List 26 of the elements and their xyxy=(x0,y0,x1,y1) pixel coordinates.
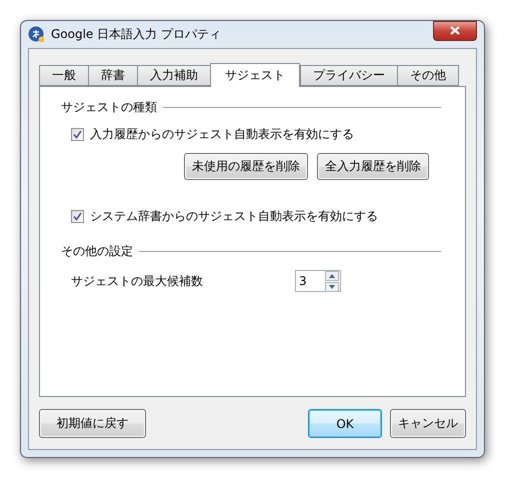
delete-history-button[interactable]: 全入力履歴を削除 xyxy=(317,153,429,180)
spinner-value: 3 xyxy=(298,274,308,288)
dialog-button[interactable]: OK xyxy=(308,409,382,438)
spinner-label: サジェストの最大候補数 xyxy=(71,272,204,290)
tab[interactable]: 一般 xyxy=(39,65,89,86)
tab[interactable]: サジェスト xyxy=(210,63,300,87)
section-title: その他の設定 xyxy=(61,243,133,260)
checkbox[interactable] xyxy=(71,128,84,141)
app-icon xyxy=(28,26,45,43)
section-title: サジェストの種類 xyxy=(61,99,157,116)
checkbox[interactable] xyxy=(71,210,84,223)
tab[interactable]: 入力補助 xyxy=(137,65,211,86)
close-button[interactable] xyxy=(433,20,477,40)
reset-button[interactable]: 初期値に戻す xyxy=(39,409,146,438)
checkbox-label: 入力履歴からのサジェスト自動表示を有効にする xyxy=(90,126,354,143)
dialog-button[interactable]: キャンセル xyxy=(390,409,466,438)
window-title: Google 日本語入力 プロパティ xyxy=(51,26,222,43)
down-arrow-icon[interactable] xyxy=(329,284,335,288)
close-icon xyxy=(450,26,460,35)
up-arrow-icon[interactable] xyxy=(329,274,335,278)
delete-history-button[interactable]: 未使用の履歴を削除 xyxy=(184,153,308,180)
number-spinner[interactable]: 3 xyxy=(295,270,341,292)
tab[interactable]: プライバシー xyxy=(300,65,398,86)
tab[interactable]: その他 xyxy=(397,65,459,86)
tab[interactable]: 辞書 xyxy=(88,65,138,86)
checkbox-label: システム辞書からのサジェスト自動表示を有効にする xyxy=(90,208,378,225)
